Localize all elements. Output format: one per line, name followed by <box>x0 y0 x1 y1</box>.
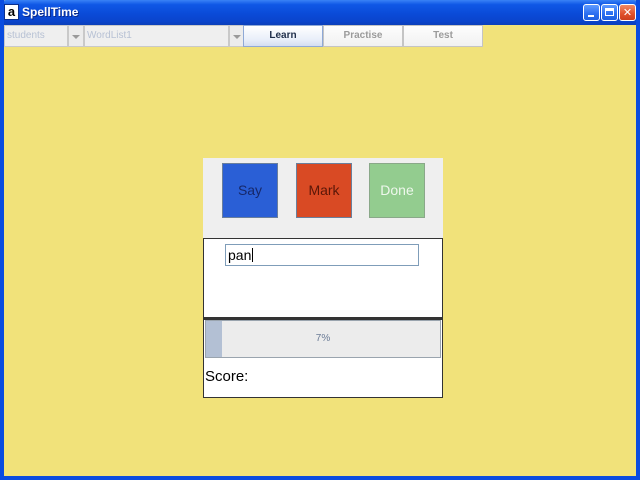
minimize-button[interactable] <box>583 4 600 21</box>
maximize-icon <box>605 8 614 16</box>
students-combo-dropdown-button[interactable] <box>68 25 84 47</box>
chevron-down-icon <box>72 35 80 39</box>
window-title: SpellTime <box>22 5 79 19</box>
progress-bar: 7% <box>205 320 441 358</box>
minimize-icon <box>588 15 594 17</box>
students-combo[interactable]: students <box>4 25 68 47</box>
action-button-row: Say Mark Done <box>203 158 443 238</box>
score-label: Score: <box>205 368 249 385</box>
title-bar[interactable]: a SpellTime ✕ <box>4 0 636 25</box>
close-icon: ✕ <box>622 6 633 19</box>
toolbar: students WordList1 Learn Practise Test <box>4 25 636 47</box>
say-button[interactable]: Say <box>222 163 278 218</box>
progress-area: 7% Score: <box>203 318 443 398</box>
spelling-input[interactable] <box>225 244 419 266</box>
mark-button[interactable]: Mark <box>296 163 352 218</box>
app-icon[interactable]: a <box>4 4 19 20</box>
maximize-button[interactable] <box>601 4 618 21</box>
learn-panel: Say Mark Done 7% Score: <box>203 158 443 398</box>
wordlist-combo[interactable]: WordList1 <box>84 25 229 47</box>
spelling-entry-area <box>203 238 443 318</box>
tab-practise[interactable]: Practise <box>323 25 403 47</box>
done-button[interactable]: Done <box>369 163 425 218</box>
close-button[interactable]: ✕ <box>619 4 636 21</box>
app-window: a SpellTime ✕ students WordList1 Learn P… <box>0 0 640 480</box>
tab-learn[interactable]: Learn <box>243 25 323 47</box>
tab-test[interactable]: Test <box>403 25 483 47</box>
progress-percent-label: 7% <box>315 333 331 344</box>
text-caret <box>252 248 253 262</box>
chevron-down-icon <box>233 35 241 39</box>
